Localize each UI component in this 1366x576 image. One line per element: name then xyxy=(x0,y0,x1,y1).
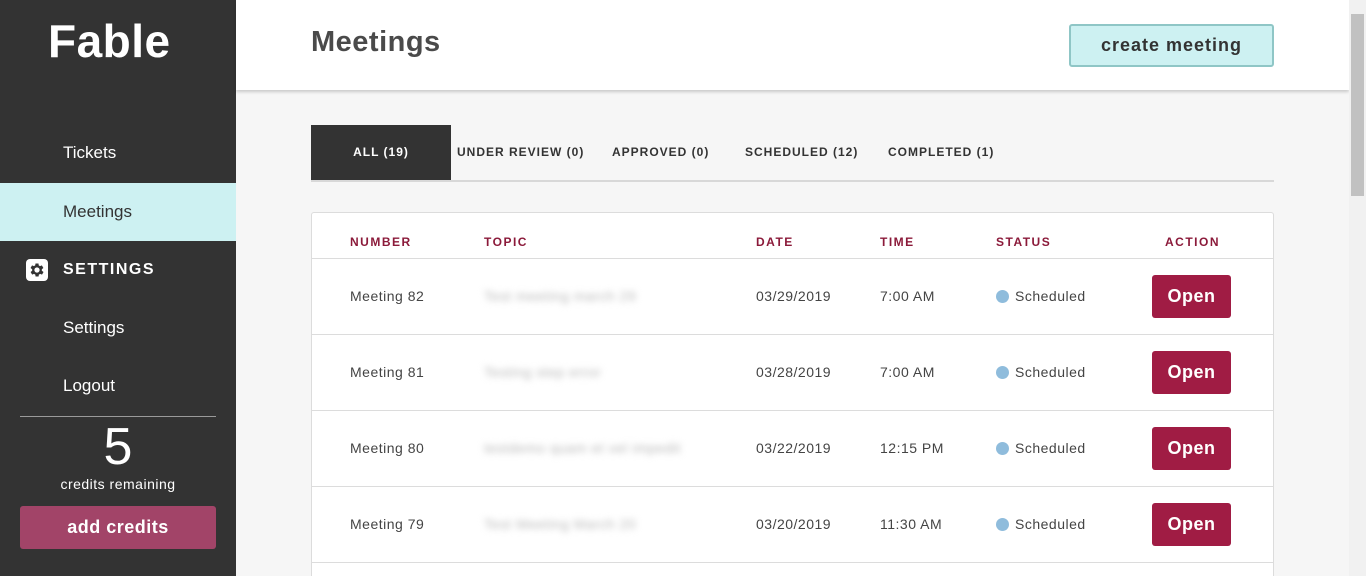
meeting-time: 12:15 PM xyxy=(880,440,944,456)
meeting-number: Meeting 79 xyxy=(350,516,425,532)
gear-icon xyxy=(26,259,48,281)
sidebar-item-label: Settings xyxy=(63,318,125,337)
credits-label: credits remaining xyxy=(60,476,176,492)
table-row: Meeting 79 Test Meeting March 20 03/20/2… xyxy=(312,487,1273,563)
meeting-date: 03/28/2019 xyxy=(756,364,832,380)
table-row: Meeting 81 Testing step error 03/28/2019… xyxy=(312,335,1273,411)
sidebar-item-label: Meetings xyxy=(63,202,132,221)
status-dot-icon xyxy=(996,442,1009,455)
sidebar-item-tickets[interactable]: Tickets xyxy=(0,124,236,182)
meeting-time: 7:00 AM xyxy=(880,288,935,304)
sidebar-item-logout[interactable]: Logout xyxy=(0,357,236,415)
tab-all[interactable]: ALL (19) xyxy=(311,125,451,180)
meeting-number: Meeting 80 xyxy=(350,440,425,456)
column-header-topic[interactable]: TOPIC xyxy=(484,235,528,249)
column-header-time[interactable]: TIME xyxy=(880,235,915,249)
page-title: Meetings xyxy=(311,26,441,58)
meeting-time: 11:30 AM xyxy=(880,516,943,532)
meeting-date: 03/20/2019 xyxy=(756,516,832,532)
page-header: Meetings create meeting xyxy=(236,0,1349,90)
status-dot-icon xyxy=(996,290,1009,303)
open-button[interactable]: Open xyxy=(1152,503,1231,546)
meeting-date: 03/29/2019 xyxy=(756,288,832,304)
meeting-number: Meeting 81 xyxy=(350,364,425,380)
scrollbar-thumb[interactable] xyxy=(1351,14,1364,196)
meeting-status: Scheduled xyxy=(1015,440,1086,456)
column-header-number[interactable]: NUMBER xyxy=(350,235,412,249)
open-button[interactable]: Open xyxy=(1152,351,1231,394)
table-row: Meeting 80 testdemo quam et vel impedit … xyxy=(312,411,1273,487)
create-meeting-button[interactable]: create meeting xyxy=(1069,24,1274,67)
meeting-status: Scheduled xyxy=(1015,288,1086,304)
column-header-date[interactable]: DATE xyxy=(756,235,794,249)
status-tabs: ALL (19) UNDER REVIEW (0) APPROVED (0) S… xyxy=(311,125,1274,182)
meeting-topic: Test Meeting March 20 xyxy=(484,516,637,532)
meetings-table: NUMBER TOPIC DATE TIME STATUS ACTION Mee… xyxy=(311,212,1274,576)
sidebar-item-label: Logout xyxy=(63,376,115,395)
sidebar-section-label: SETTINGS xyxy=(63,261,156,278)
credits-count: 5 xyxy=(103,418,133,476)
meeting-date: 03/22/2019 xyxy=(756,440,832,456)
open-button[interactable]: Open xyxy=(1152,427,1231,470)
status-dot-icon xyxy=(996,366,1009,379)
tab-scheduled[interactable]: SCHEDULED (12) xyxy=(745,125,858,180)
page-scrollbar[interactable] xyxy=(1349,0,1366,576)
sidebar: Fable Tickets Meetings SETTINGS Settings… xyxy=(0,0,236,576)
meeting-number: Meeting 82 xyxy=(350,288,425,304)
sidebar-item-settings[interactable]: Settings xyxy=(0,299,236,357)
meeting-status: Scheduled xyxy=(1015,516,1086,532)
meeting-topic: Test meeting march 29 xyxy=(484,288,637,304)
sidebar-item-label: Tickets xyxy=(63,143,117,162)
sidebar-section-settings: SETTINGS xyxy=(0,241,236,299)
tab-approved[interactable]: APPROVED (0) xyxy=(612,125,709,180)
tab-completed[interactable]: COMPLETED (1) xyxy=(888,125,994,180)
meeting-time: 7:00 AM xyxy=(880,364,935,380)
app-logo[interactable]: Fable xyxy=(48,14,171,68)
status-dot-icon xyxy=(996,518,1009,531)
tab-under-review[interactable]: UNDER REVIEW (0) xyxy=(457,125,584,180)
add-credits-button[interactable]: add credits xyxy=(20,506,216,549)
sidebar-item-meetings[interactable]: Meetings xyxy=(0,183,236,241)
open-button[interactable]: Open xyxy=(1152,275,1231,318)
meeting-topic: testdemo quam et vel impedit xyxy=(484,440,681,456)
meeting-topic: Testing step error xyxy=(484,364,602,380)
meeting-status: Scheduled xyxy=(1015,364,1086,380)
column-header-action: ACTION xyxy=(1165,235,1220,249)
table-row: Meeting 82 Test meeting march 29 03/29/2… xyxy=(312,259,1273,335)
column-header-status[interactable]: STATUS xyxy=(996,235,1051,249)
